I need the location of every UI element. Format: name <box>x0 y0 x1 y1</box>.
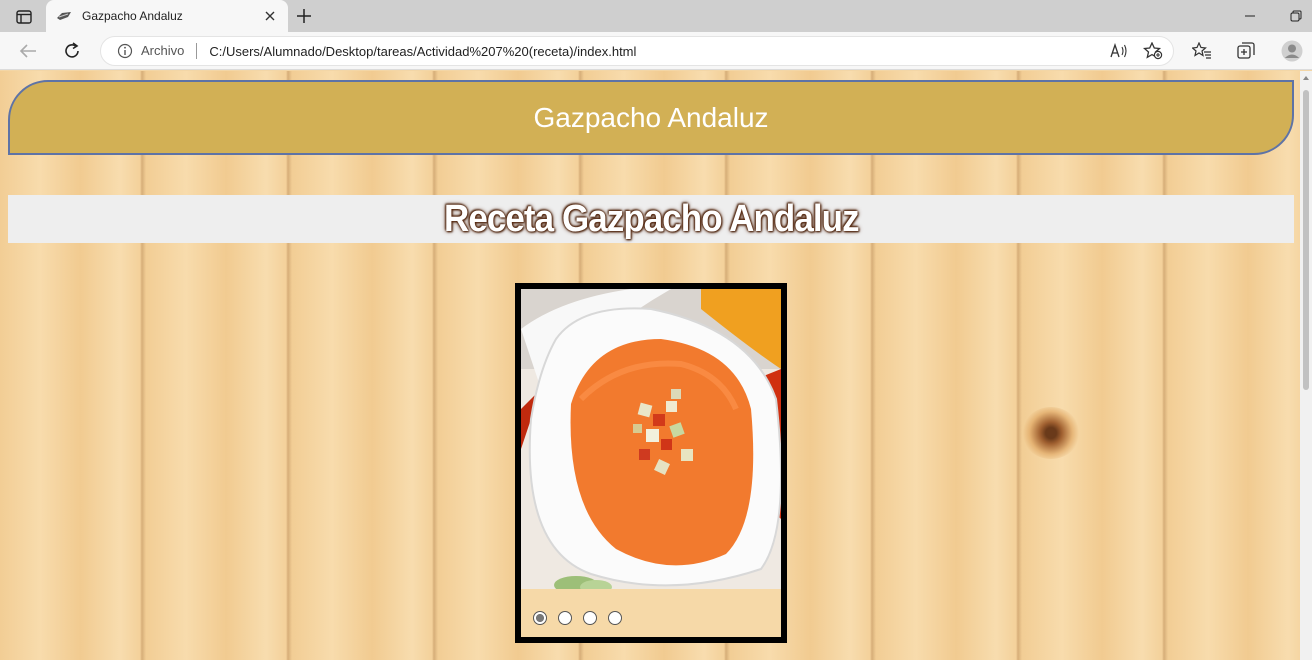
browser-toolbar: Archivo C:/Users/Alumnado/Desktop/tareas… <box>0 32 1312 70</box>
address-url[interactable]: C:/Users/Alumnado/Desktop/tareas/Activid… <box>209 44 1105 59</box>
minimize-icon <box>1245 15 1255 17</box>
window-restore-button[interactable] <box>1286 6 1306 26</box>
address-scheme: Archivo <box>141 43 198 59</box>
wood-knot-decoration <box>1022 407 1080 459</box>
favorites-button[interactable] <box>1190 39 1214 63</box>
tab-strip: Gazpacho Andaluz <box>0 0 1312 32</box>
collections-icon <box>1237 42 1255 59</box>
avatar-icon <box>1281 40 1303 62</box>
scroll-up-arrow-icon[interactable] <box>1302 74 1310 82</box>
slider-dot-4[interactable] <box>608 611 622 625</box>
tab-gazpacho[interactable]: Gazpacho Andaluz <box>46 0 288 32</box>
tab-close-button[interactable] <box>262 8 278 24</box>
read-aloud-icon <box>1110 43 1127 58</box>
page-favicon-icon <box>57 12 71 20</box>
profile-button[interactable] <box>1280 39 1304 63</box>
slider-dot-3[interactable] <box>583 611 597 625</box>
gazpacho-bowl-image <box>521 289 781 589</box>
read-aloud-button[interactable] <box>1105 39 1133 63</box>
close-icon <box>265 11 275 21</box>
slider-pagination <box>533 611 622 625</box>
page-viewport: Gazpacho Andaluz Receta Gazpacho Andaluz <box>0 71 1300 660</box>
add-favorite-button[interactable] <box>1139 39 1167 63</box>
slider-dot-2[interactable] <box>558 611 572 625</box>
site-header: Gazpacho Andaluz <box>8 80 1294 155</box>
star-add-icon <box>1143 42 1163 60</box>
info-icon[interactable] <box>117 43 133 59</box>
tab-actions-icon <box>16 10 32 24</box>
refresh-icon <box>65 42 79 58</box>
arrow-left-icon <box>19 44 36 58</box>
collections-button[interactable] <box>1234 39 1258 63</box>
address-bar[interactable]: Archivo C:/Users/Alumnado/Desktop/tareas… <box>100 36 1174 66</box>
slider-dot-1[interactable] <box>533 611 547 625</box>
tab-title: Gazpacho Andaluz <box>82 9 183 23</box>
header-title: Gazpacho Andaluz <box>533 101 769 133</box>
page-title: Receta Gazpacho Andaluz <box>443 197 860 240</box>
plus-icon <box>297 9 311 23</box>
new-tab-button[interactable] <box>292 4 316 28</box>
heading-band: Receta Gazpacho Andaluz <box>8 195 1294 243</box>
tab-actions-button[interactable] <box>8 6 40 28</box>
refresh-button[interactable] <box>60 39 84 63</box>
window-minimize-button[interactable] <box>1240 6 1260 26</box>
scrollbar-thumb[interactable] <box>1303 90 1309 390</box>
gazpacho-photo <box>521 289 781 589</box>
image-slider <box>515 283 787 643</box>
back-button[interactable] <box>16 39 40 63</box>
restore-icon <box>1290 10 1302 22</box>
favorites-icon <box>1192 42 1211 59</box>
